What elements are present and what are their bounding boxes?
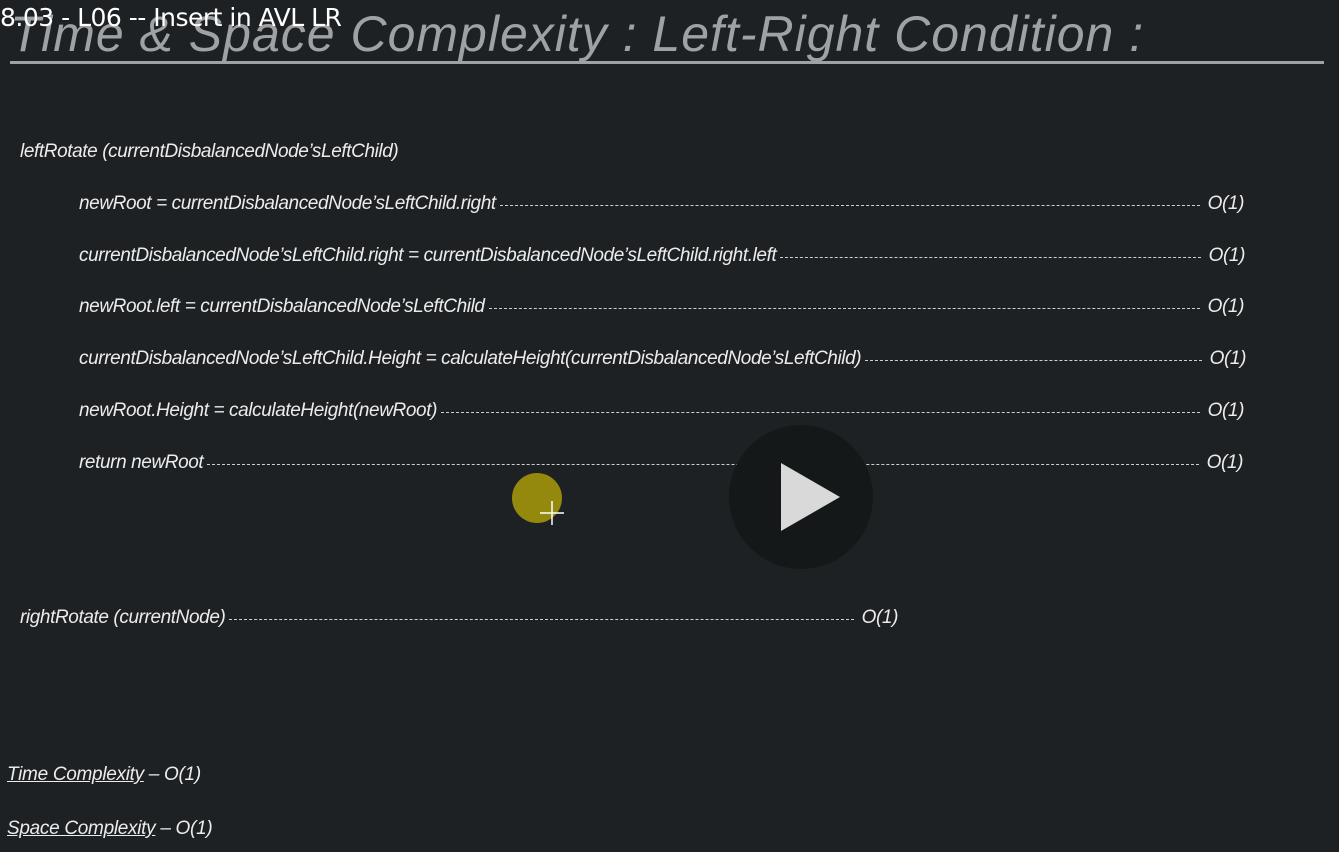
code-text: currentDisbalancedNode’sLeftChild.right … [79,245,777,266]
time-complexity-value: – O(1) [148,764,201,785]
complexity-value: O(1) [861,607,899,628]
code-line-3: newRoot.left = currentDisbalancedNode’sL… [79,295,1244,319]
time-complexity-label: Time Complexity [7,764,144,785]
code-text: return newRoot [79,452,204,473]
code-line-2: currentDisbalancedNode’sLeftChild.right … [79,244,1245,268]
code-text: rightRotate (currentNode) [20,607,226,628]
video-frame[interactable]: Time & Space Complexity : Left-Right Con… [0,0,1339,852]
code-text: currentDisbalancedNode’sLeftChild.Height… [79,348,862,369]
space-complexity-label: Space Complexity [7,818,156,839]
right-rotate-line: rightRotate (currentNode) O(1) [20,606,898,630]
code-line-6: return newRoot O(1) [79,451,1243,475]
complexity-value: O(1) [1207,400,1245,421]
code-text: newRoot.left = currentDisbalancedNode’sL… [79,296,485,317]
play-icon [781,463,840,531]
complexity-value: O(1) [1207,296,1245,317]
play-button[interactable] [729,425,873,569]
complexity-value: O(1) [1208,245,1246,266]
dash-leader [488,308,1200,309]
dash-leader [499,205,1200,206]
code-line-5: newRoot.Height = calculateHeight(newRoot… [79,399,1244,423]
dash-leader [865,360,1202,361]
space-complexity-value: – O(1) [160,818,213,839]
complexity-value: O(1) [1207,193,1245,214]
space-complexity-summary: Space Complexity – O(1) [7,818,213,840]
dash-leader [441,412,1200,413]
dash-leader [229,619,854,620]
code-line-1: newRoot = currentDisbalancedNode’sLeftCh… [79,192,1244,216]
complexity-value: O(1) [1209,348,1247,369]
video-title: 8.03 - L06 -- Insert in AVL LR [0,3,342,32]
crosshair-cursor-icon [540,501,564,525]
dash-leader [780,257,1201,258]
code-line-4: currentDisbalancedNode’sLeftChild.Height… [79,347,1246,371]
code-text: newRoot.Height = calculateHeight(newRoot… [79,400,437,421]
function-header: leftRotate (currentDisbalancedNode’sLeft… [20,141,399,162]
dash-leader [207,464,1199,465]
code-text: newRoot = currentDisbalancedNode’sLeftCh… [79,193,496,214]
time-complexity-summary: Time Complexity – O(1) [7,764,201,786]
complexity-value: O(1) [1206,452,1244,473]
title-underline [10,61,1324,64]
